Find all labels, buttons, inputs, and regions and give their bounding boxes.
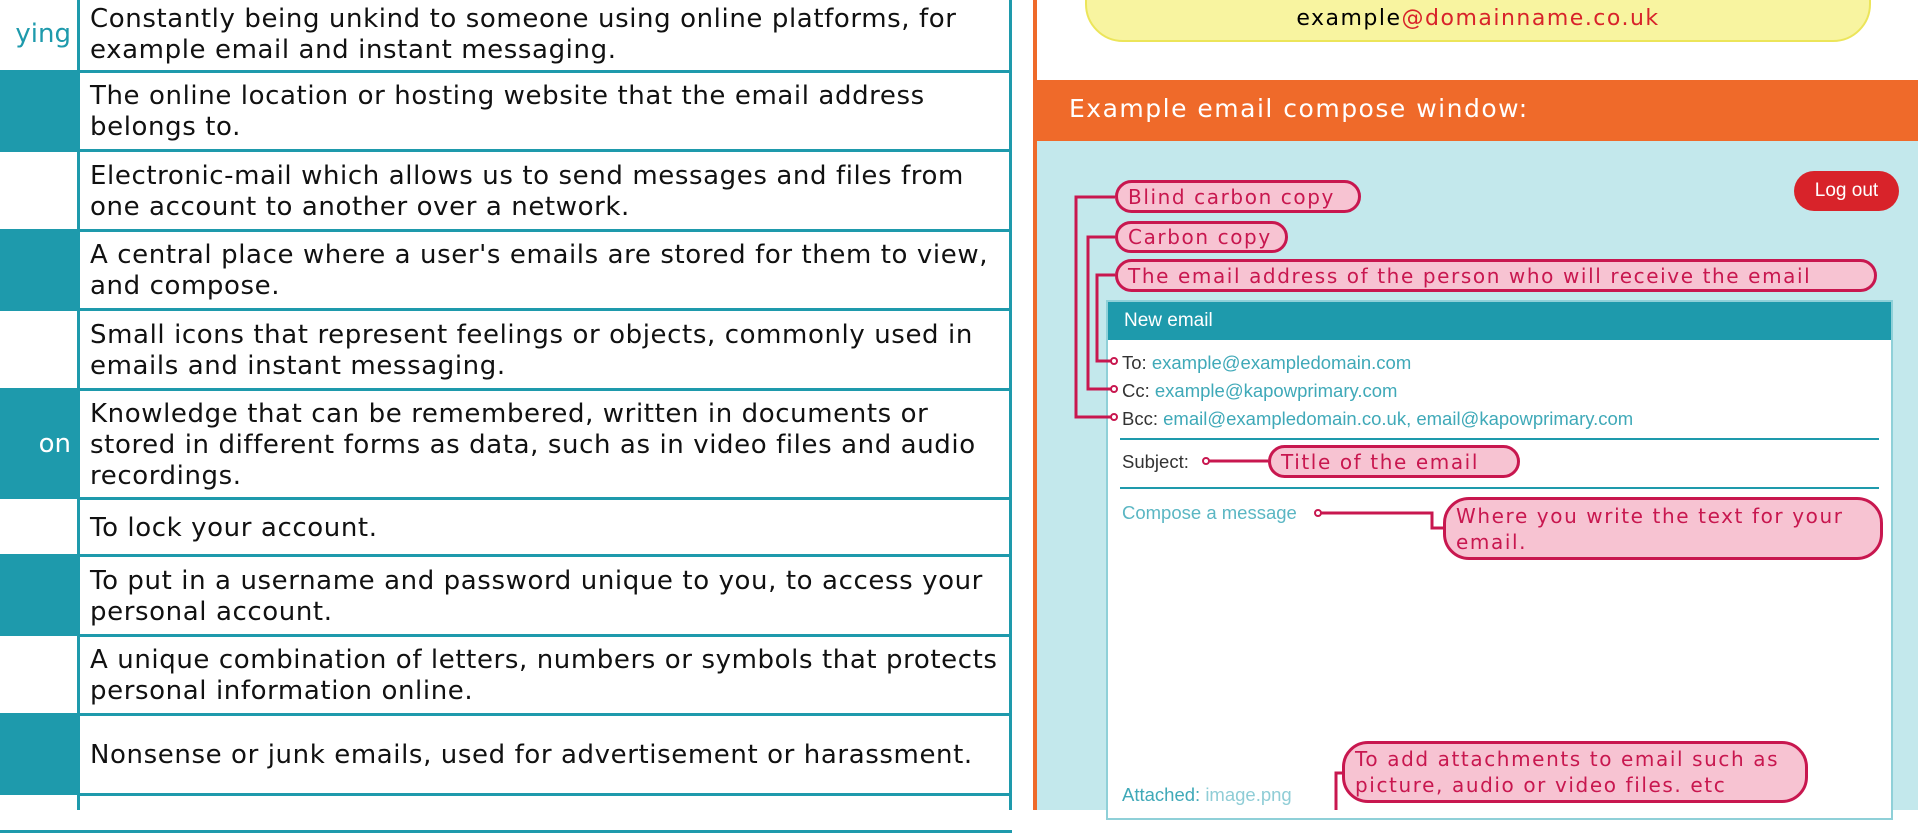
bcc-value: email@exampledomain.co.uk, email@kapowpr…	[1163, 408, 1634, 429]
glossary-term	[0, 311, 77, 388]
address-local: example	[1296, 6, 1402, 31]
glossary-definition: Knowledge that can be remembered, writte…	[90, 398, 976, 491]
glossary-definition: A unique combination of letters, numbers…	[90, 645, 998, 706]
glossary-definition: A central place where a user's emails ar…	[90, 240, 989, 301]
address-domain: @domainname.co.uk	[1401, 6, 1660, 31]
glossary-term	[0, 715, 77, 793]
to-value: example@exampledomain.com	[1151, 352, 1412, 373]
subject-field[interactable]: Subject:	[1122, 451, 1189, 473]
to-field[interactable]: To: example@exampledomain.com	[1122, 352, 1411, 374]
glossary-definition: To put in a username and password unique…	[90, 565, 983, 627]
glossary-term: on	[0, 390, 77, 497]
divider	[1120, 487, 1879, 489]
glossary-term	[0, 152, 77, 229]
glossary-term	[0, 636, 77, 713]
message-body-input[interactable]: Compose a message	[1122, 502, 1297, 524]
bcc-field[interactable]: Bcc: email@exampledomain.co.uk, email@ka…	[1122, 408, 1633, 430]
annotation-bcc: Blind carbon copy	[1115, 180, 1361, 213]
glossary-definition: Constantly being unkind to someone using…	[90, 4, 957, 65]
annotation-subject: Title of the email	[1268, 445, 1520, 478]
bcc-label: Bcc:	[1122, 408, 1158, 429]
glossary-row: A central place where a user's emails ar…	[0, 231, 1012, 308]
glossary-row: ying Constantly being unkind to someone u…	[0, 0, 1012, 70]
glossary-term	[0, 231, 77, 308]
glossary-definition: To lock your account.	[90, 512, 378, 543]
glossary-term	[0, 499, 77, 554]
glossary-row: on Knowledge that can be remembered, writ…	[0, 390, 1012, 497]
divider	[1120, 438, 1879, 440]
glossary-term	[0, 556, 77, 634]
glossary-row: Electronic-mail which allows us to send …	[0, 152, 1012, 229]
glossary-definition: Small icons that represent feelings or o…	[90, 320, 973, 381]
annotation-attachment: To add attachments to email such as pict…	[1342, 741, 1808, 803]
glossary-definition: The online location or hosting website t…	[90, 81, 925, 142]
annotation-body: Where you write the text for your email.	[1443, 497, 1883, 560]
glossary-term: ying	[0, 0, 77, 70]
cc-label: Cc:	[1122, 380, 1150, 401]
logout-button[interactable]: Log out	[1794, 171, 1899, 211]
cc-field[interactable]: Cc: example@kapowprimary.com	[1122, 380, 1397, 402]
example-address-box: example@domainname.co.uk	[1085, 0, 1871, 42]
glossary-definition: Electronic-mail which allows us to send …	[90, 161, 964, 222]
attached-label: Attached:	[1122, 784, 1201, 805]
glossary-term	[0, 72, 77, 149]
glossary-definition	[80, 795, 1009, 830]
glossary-row: To put in a username and password unique…	[0, 556, 1012, 634]
subject-label: Subject:	[1122, 451, 1189, 472]
window-title: New email	[1108, 302, 1891, 340]
glossary-row: A unique combination of letters, numbers…	[0, 636, 1012, 713]
section-header: Example email compose window:	[1033, 80, 1918, 141]
attachment-filename[interactable]: image.png	[1205, 784, 1291, 805]
annotation-to: The email address of the person who will…	[1115, 259, 1877, 292]
section-title: Example email compose window:	[1069, 94, 1529, 123]
annotation-cc: Carbon copy	[1115, 221, 1288, 253]
to-label: To:	[1122, 352, 1147, 373]
glossary-row	[0, 795, 1012, 830]
glossary-row: The online location or hosting website t…	[0, 72, 1012, 149]
column-divider	[77, 0, 80, 810]
attachment-field[interactable]: Attached: image.png	[1122, 784, 1292, 806]
glossary-term	[0, 795, 77, 830]
table-border	[1009, 0, 1012, 810]
cc-value: example@kapowprimary.com	[1154, 380, 1398, 401]
glossary-row: Small icons that represent feelings or o…	[0, 311, 1012, 388]
glossary-row: Nonsense or junk emails, used for advert…	[0, 715, 1012, 793]
glossary-definition: Nonsense or junk emails, used for advert…	[90, 740, 973, 770]
glossary-row: To lock your account.	[0, 499, 1012, 554]
